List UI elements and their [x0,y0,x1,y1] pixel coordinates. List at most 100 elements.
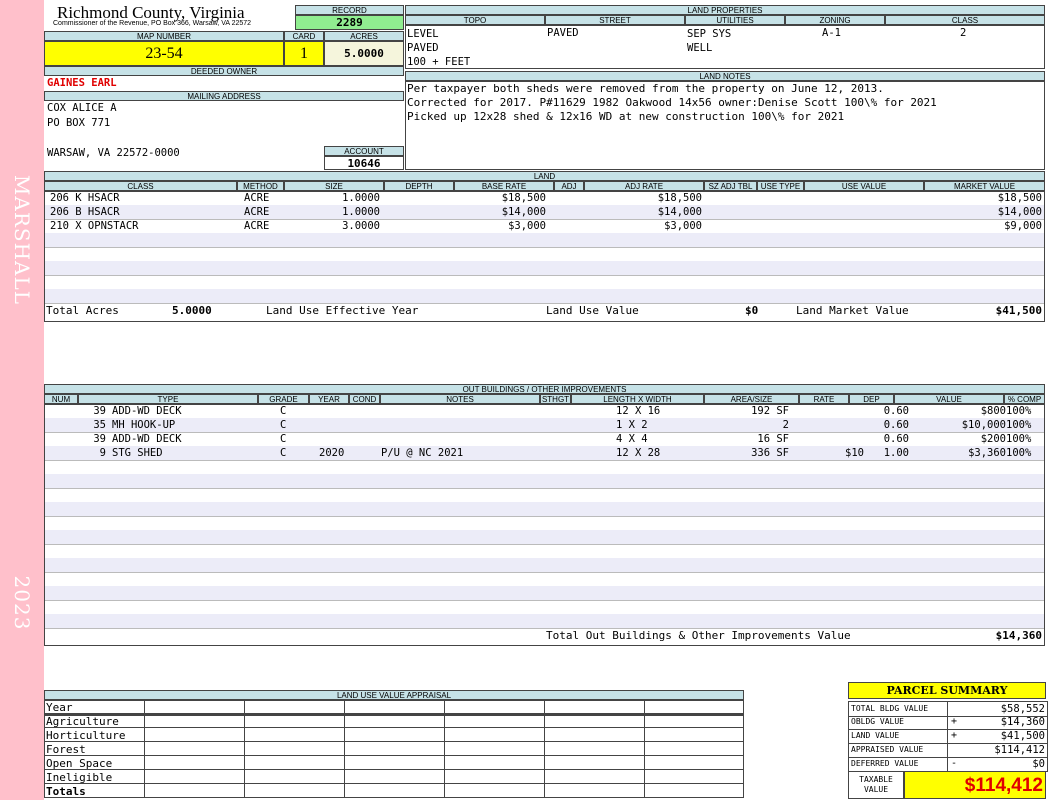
summary-operator: + [951,730,958,741]
summary-row: APPRAISED VALUE $114,412 [848,743,1048,758]
land-use-divider [344,742,345,756]
outbuilding-column-header: NUM [44,394,78,404]
land-use-row [44,728,744,742]
utility-value: SEP SYS [687,28,732,40]
land-use-divider [344,714,345,728]
outbuilding-column-header: TYPE [78,394,258,404]
mailing-line-3: WARSAW, VA 22572-0000 [47,147,180,159]
land-column-header: CLASS [44,181,237,191]
account-number: 10646 [324,156,404,170]
record-value: 2289 [295,15,404,30]
land-use-divider [544,784,545,798]
land-use-divider [244,714,245,728]
land-header: LAND [44,171,1045,181]
zoning-value: A-1 [822,27,841,39]
topo-value: PAVED [407,42,439,54]
land-use-header: LAND USE VALUE APPRAISAL [44,690,744,700]
acres-header: ACRES [324,31,404,41]
summary-divider [947,743,948,757]
deeded-owner: GAINES EARL [47,77,117,89]
land-use-divider [544,714,545,728]
land-use-label: Forest [46,743,86,756]
land-use-label: Agriculture [46,715,119,728]
taxable-value: $114,412 [904,771,1046,799]
land-use-divider [344,784,345,798]
land-use-divider [344,770,345,784]
land-use-row [44,756,744,770]
outbuilding-column-header: YEAR [309,394,349,404]
map-number: 23-54 [44,41,284,66]
parcel-summary-title: PARCEL SUMMARY [848,682,1046,699]
land-use-divider [644,728,645,742]
zoning-header: ZONING [785,15,885,25]
account-header: ACCOUNT [324,146,404,156]
land-use-divider [144,742,145,756]
land-use-row [44,742,744,756]
outbuilding-column-header: NOTES [380,394,540,404]
acres-value: 5.0000 [324,41,404,66]
land-use-value: $0 [745,304,759,317]
total-acres: 5.0000 [172,304,212,317]
outbuilding-column-header: RATE [799,394,849,404]
summary-value: $58,552 [1000,703,1045,715]
land-use-divider [644,700,645,714]
outbuilding-column-header: AREA/SIZE [704,394,799,404]
outbuilding-column-header: % COMP [1004,394,1045,404]
mailing-address-header: MAILING ADDRESS [44,91,404,101]
land-use-divider [244,756,245,770]
street-value: PAVED [547,27,579,39]
land-column-header: DEPTH [384,181,454,191]
land-column-header: MARKET VALUE [924,181,1045,191]
total-acres-label: Total Acres [46,304,119,317]
land-note-line: Per taxpayer both sheds were removed fro… [407,82,884,95]
land-use-row [44,714,744,728]
outbuilding-column-header: STHGT [540,394,571,404]
land-use-divider [344,756,345,770]
land-use-label: Year [46,701,73,714]
sidebar-year: 2023 [10,575,34,631]
land-market-value: $41,500 [995,304,1042,317]
land-use-divider [144,784,145,798]
land-note-line: Corrected for 2017. P#11629 1982 Oakwood… [407,96,937,109]
land-use-divider [244,742,245,756]
summary-row: DEFERRED VALUE - $0 [848,757,1048,772]
land-use-divider [244,728,245,742]
land-use-row [44,784,744,798]
land-use-divider [444,700,445,714]
summary-operator: + [951,716,958,727]
land-note-line: Picked up 12x28 shed & 12x16 WD at new c… [407,110,845,123]
street-header: STREET [545,15,685,25]
map-number-header: MAP NUMBER [44,31,284,41]
land-use-divider [344,728,345,742]
card-header: CARD [284,31,324,41]
outbuilding-column-header: GRADE [258,394,309,404]
deeded-owner-header: DEEDED OWNER [44,66,404,76]
land-column-header: USE VALUE [804,181,924,191]
land-notes-header: LAND NOTES [405,71,1045,81]
land-use-divider [244,770,245,784]
summary-value: $14,360 [1000,716,1045,728]
outbuildings-total-label: Total Out Buildings & Other Improvements… [546,629,851,642]
land-use-divider [344,700,345,714]
outbuilding-column-header: DEP [849,394,894,404]
land-use-divider [644,742,645,756]
summary-value: $0 [1032,758,1045,770]
land-use-label: Ineligible [46,771,113,784]
land-use-label: Totals [46,785,86,798]
land-properties-header: LAND PROPERTIES [405,5,1045,15]
summary-divider [947,729,948,743]
card-number: 1 [284,41,324,66]
summary-operator: - [951,758,958,769]
outbuilding-column-header: LENGTH X WIDTH [571,394,704,404]
land-use-divider [544,770,545,784]
taxable-label-line: TAXABLE [859,775,893,784]
land-use-divider [544,756,545,770]
land-column-header: BASE RATE [454,181,554,191]
land-column-header: METHOD [237,181,284,191]
topo-value: 100 + FEET [407,56,471,68]
land-use-divider [644,714,645,728]
land-column-header: USE TYPE [757,181,804,191]
land-column-header: ADJ RATE [584,181,704,191]
summary-label: DEFERRED VALUE [851,759,919,768]
land-use-divider [444,770,445,784]
